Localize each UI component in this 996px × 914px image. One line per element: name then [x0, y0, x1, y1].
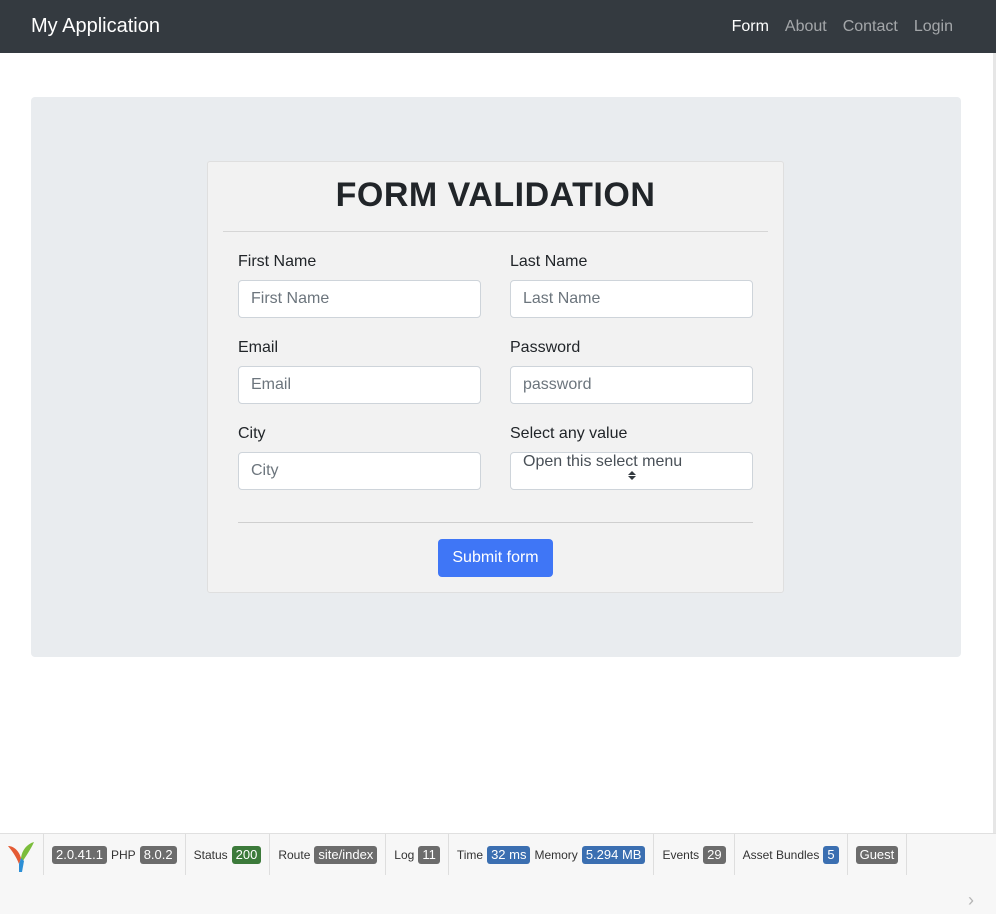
top-navbar: My Application Form About Contact Login [0, 0, 996, 53]
select-caret-icon [523, 471, 740, 480]
last-name-group: Last Name [510, 251, 753, 318]
title-divider [223, 231, 768, 232]
events-badge: 29 [703, 845, 726, 864]
brand-title[interactable]: My Application [31, 15, 160, 38]
time-badge: 32 ms [487, 845, 531, 864]
route-label: Route [278, 847, 311, 862]
memory-label: Memory [534, 847, 578, 862]
user-badge: Guest [855, 845, 899, 864]
form-card: FORM VALIDATION First Name Last Name Ema… [207, 161, 784, 593]
nav-link-contact[interactable]: Contact [843, 18, 898, 36]
log-label: Log [394, 847, 415, 862]
email-input[interactable] [238, 366, 481, 404]
chevron-right-icon[interactable]: › [968, 890, 974, 911]
php-label: PHP [111, 847, 136, 862]
debug-status[interactable]: Status 200 [186, 834, 271, 875]
debug-time-memory[interactable]: Time 32 ms Memory 5.294 MB [449, 834, 655, 875]
nav-link-about[interactable]: About [785, 18, 827, 36]
asset-bundles-label: Asset Bundles [742, 847, 820, 862]
time-label: Time [456, 847, 484, 862]
asset-bundles-badge: 5 [823, 845, 839, 864]
password-group: Password [510, 337, 753, 404]
form-divider [238, 522, 753, 523]
events-label: Events [662, 847, 700, 862]
yii-version-badge: 2.0.41.1 [52, 845, 107, 864]
php-version-badge: 8.0.2 [139, 845, 177, 864]
first-name-input[interactable] [238, 280, 481, 318]
jumbotron: FORM VALIDATION First Name Last Name Ema… [31, 97, 961, 657]
select-group: Select any value Open this select menu [510, 423, 753, 490]
nav-links: Form About Contact Login [732, 18, 953, 36]
memory-badge: 5.294 MB [581, 845, 646, 864]
password-input[interactable] [510, 366, 753, 404]
city-group: City [238, 423, 481, 490]
submit-button[interactable]: Submit form [438, 539, 553, 577]
last-name-label: Last Name [510, 253, 588, 270]
email-label: Email [238, 339, 279, 356]
city-label: City [238, 425, 266, 442]
debug-events[interactable]: Events 29 [654, 834, 735, 875]
first-name-label: First Name [238, 253, 317, 270]
debug-toolbar: 2.0.41.1 PHP 8.0.2 Status 200 Route site… [0, 833, 996, 914]
last-name-input[interactable] [510, 280, 753, 318]
debug-asset-bundles[interactable]: Asset Bundles 5 [735, 834, 848, 875]
first-name-group: First Name [238, 251, 481, 318]
email-group: Email [238, 337, 481, 404]
form-title: FORM VALIDATION [335, 176, 656, 214]
nav-link-form[interactable]: Form [732, 18, 769, 36]
value-select[interactable]: Open this select menu [510, 452, 753, 490]
route-badge: site/index [314, 845, 378, 864]
select-selected-value: Open this select menu [523, 453, 683, 470]
debug-route[interactable]: Route site/index [270, 834, 387, 875]
log-badge: 11 [418, 845, 440, 864]
yii-logo-icon[interactable] [0, 834, 44, 875]
debug-version[interactable]: 2.0.41.1 PHP 8.0.2 [44, 834, 186, 875]
debug-user[interactable]: Guest [848, 834, 908, 875]
city-input[interactable] [238, 452, 481, 490]
nav-link-login[interactable]: Login [914, 18, 953, 36]
debug-log[interactable]: Log 11 [386, 834, 449, 875]
status-label: Status [193, 847, 228, 862]
select-label: Select any value [510, 425, 628, 442]
password-label: Password [510, 339, 581, 356]
status-badge: 200 [231, 845, 262, 864]
